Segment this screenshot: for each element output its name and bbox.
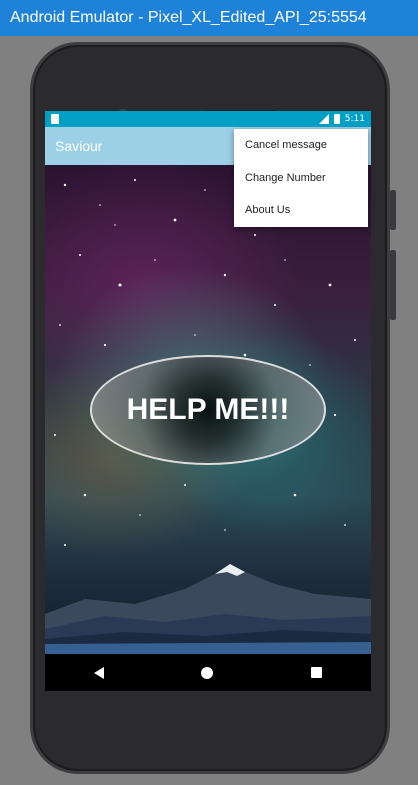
help-me-button[interactable]: HELP ME!!!: [90, 355, 326, 465]
mountain-image: [45, 564, 371, 654]
menu-item-cancel-message[interactable]: Cancel message: [234, 129, 368, 162]
app-title: Saviour: [55, 138, 103, 154]
home-icon[interactable]: [201, 666, 214, 679]
volume-button[interactable]: [390, 250, 396, 320]
menu-item-about-us[interactable]: About Us: [234, 194, 368, 227]
status-bar: 5:11: [45, 111, 371, 127]
status-time: 5:11: [344, 114, 365, 124]
overflow-menu: Cancel message Change Number About Us: [234, 129, 368, 227]
help-me-label: HELP ME!!!: [126, 393, 290, 426]
power-button[interactable]: [390, 190, 396, 230]
back-icon[interactable]: [93, 666, 104, 679]
background-image: HELP ME!!!: [45, 165, 371, 654]
battery-icon: [333, 114, 340, 124]
recent-apps-icon[interactable]: [311, 667, 323, 678]
menu-item-change-number[interactable]: Change Number: [234, 162, 368, 195]
notification-icon: [51, 114, 59, 124]
navigation-bar: [45, 654, 371, 691]
signal-icon: [318, 114, 329, 124]
window-title: Android Emulator - Pixel_XL_Edited_API_2…: [10, 9, 367, 26]
window-title-bar: Android Emulator - Pixel_XL_Edited_API_2…: [0, 0, 418, 36]
